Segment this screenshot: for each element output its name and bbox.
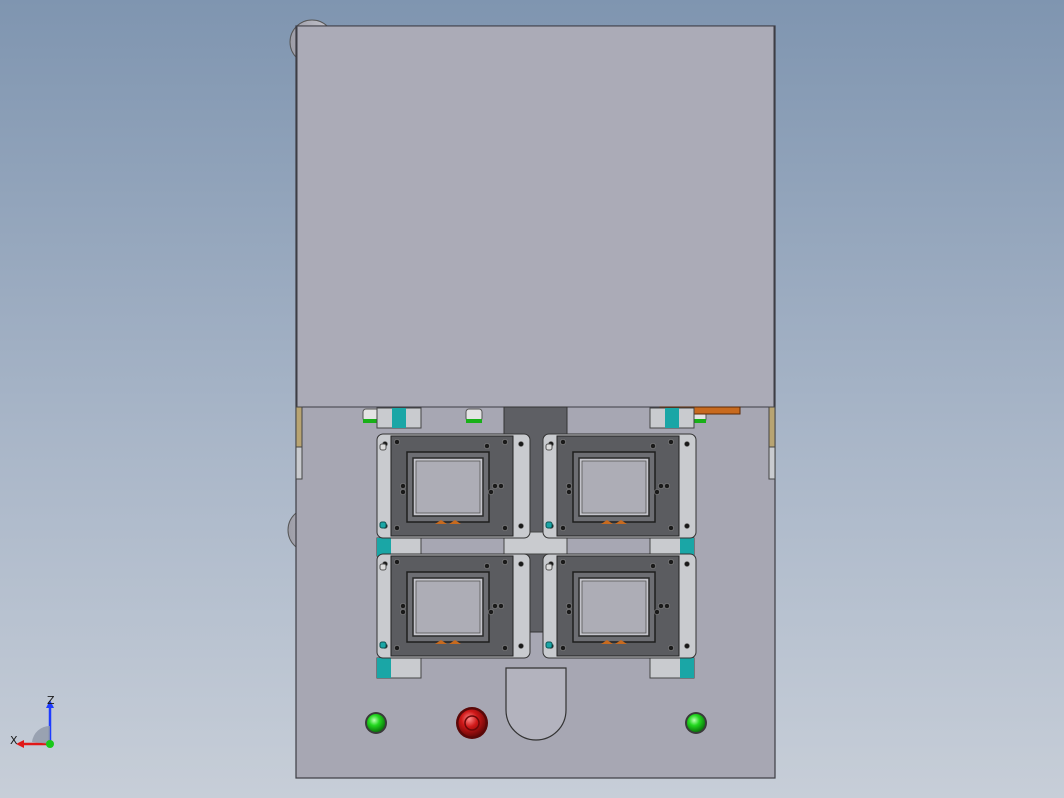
start-button-left[interactable] — [365, 712, 387, 734]
bottom-slot — [505, 667, 567, 741]
reference-triad: Z X — [10, 694, 70, 758]
fixture-nest-2[interactable] — [542, 433, 697, 539]
cad-model[interactable] — [0, 0, 1064, 798]
fixture-nest-3[interactable] — [376, 553, 531, 659]
top-cover — [296, 25, 775, 408]
start-button-right[interactable] — [685, 712, 707, 734]
fixture-nest-4[interactable] — [542, 553, 697, 659]
y-axis-dot — [46, 740, 54, 748]
z-axis-label: Z — [47, 694, 55, 707]
graphics-viewport[interactable]: Z X — [0, 0, 1064, 798]
x-axis-label: X — [10, 734, 18, 747]
side-clamp-left — [295, 406, 303, 448]
side-clamp-left-lower — [295, 446, 303, 480]
emergency-stop-button[interactable] — [456, 707, 488, 739]
side-clamp-right-lower — [768, 446, 776, 480]
side-clamp-right — [768, 406, 776, 448]
fixture-nest-1[interactable] — [376, 433, 531, 539]
